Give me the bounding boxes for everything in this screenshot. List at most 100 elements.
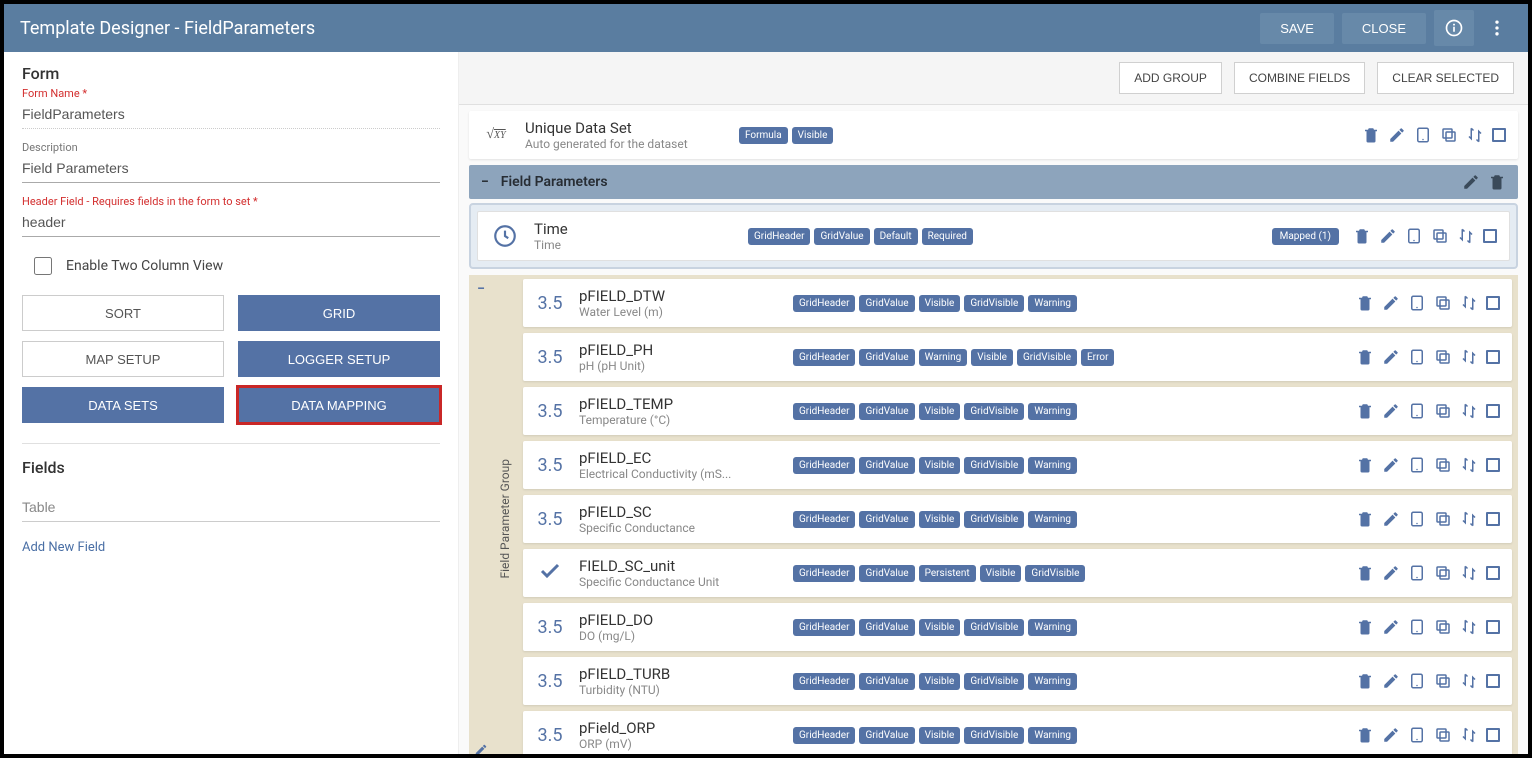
select-checkbox[interactable] [1486,350,1500,364]
sort-icon[interactable] [1460,456,1478,474]
sort-icon[interactable] [1460,402,1478,420]
delete-icon[interactable] [1356,456,1374,474]
delete-icon[interactable] [1356,510,1374,528]
copy-icon[interactable] [1440,126,1458,144]
save-button[interactable]: SAVE [1260,13,1334,44]
edit-icon[interactable] [1388,126,1406,144]
close-button[interactable]: CLOSE [1342,13,1426,44]
combine-fields-button[interactable]: COMBINE FIELDS [1234,62,1365,94]
edit-icon[interactable] [1382,564,1400,582]
field-row[interactable]: 3.5 pFIELD_DO DO (mg/L) GridHeaderGridVa… [523,603,1512,651]
tablet-icon[interactable] [1408,672,1426,690]
delete-icon[interactable] [1353,227,1371,245]
delete-icon[interactable] [1362,126,1380,144]
clear-selected-button[interactable]: CLEAR SELECTED [1377,62,1514,94]
tablet-icon[interactable] [1408,564,1426,582]
copy-icon[interactable] [1434,456,1452,474]
group-handle[interactable]: − [469,275,493,754]
copy-icon[interactable] [1431,227,1449,245]
more-button[interactable] [1482,10,1512,46]
sort-icon[interactable] [1460,294,1478,312]
select-checkbox[interactable] [1486,458,1500,472]
two-column-checkbox[interactable] [34,257,52,275]
select-checkbox[interactable] [1483,229,1497,243]
edit-icon[interactable] [1382,726,1400,744]
fields-table-input[interactable] [22,493,440,522]
tablet-icon[interactable] [1408,726,1426,744]
logger-setup-button[interactable]: LOGGER SETUP [238,341,440,377]
tablet-icon[interactable] [1408,510,1426,528]
edit-icon[interactable] [1382,348,1400,366]
sort-icon[interactable] [1460,510,1478,528]
select-checkbox[interactable] [1492,128,1506,142]
copy-icon[interactable] [1434,618,1452,636]
edit-icon[interactable] [474,743,488,754]
delete-icon[interactable] [1356,726,1374,744]
delete-icon[interactable] [1356,672,1374,690]
copy-icon[interactable] [1434,564,1452,582]
form-name-input[interactable] [22,102,440,129]
copy-icon[interactable] [1434,726,1452,744]
delete-icon[interactable] [1356,564,1374,582]
select-checkbox[interactable] [1486,512,1500,526]
info-button[interactable] [1434,10,1474,46]
field-row[interactable]: 3.5 pFIELD_EC Electrical Conductivity (m… [523,441,1512,489]
field-row[interactable]: 3.5 pFIELD_DTW Water Level (m) GridHeade… [523,279,1512,327]
grid-button[interactable]: GRID [238,295,440,331]
edit-icon[interactable] [1382,618,1400,636]
delete-icon[interactable] [1356,348,1374,366]
edit-icon[interactable] [1382,456,1400,474]
copy-icon[interactable] [1434,402,1452,420]
tablet-icon[interactable] [1408,294,1426,312]
add-group-button[interactable]: ADD GROUP [1119,62,1222,94]
delete-icon[interactable] [1356,618,1374,636]
copy-icon[interactable] [1434,510,1452,528]
collapse-icon[interactable]: − [481,174,489,190]
add-new-field-link[interactable]: Add New Field [22,540,440,555]
field-row[interactable]: 3.5 pFIELD_TURB Turbidity (NTU) GridHead… [523,657,1512,705]
select-checkbox[interactable] [1486,404,1500,418]
group-header[interactable]: − Field Parameters [469,165,1518,199]
data-mapping-button[interactable]: DATA MAPPING [238,387,440,423]
select-checkbox[interactable] [1486,620,1500,634]
field-row[interactable]: 3.5 pFIELD_TEMP Temperature (°C) GridHea… [523,387,1512,435]
sort-icon[interactable] [1457,227,1475,245]
delete-icon[interactable] [1356,294,1374,312]
sort-icon[interactable] [1460,564,1478,582]
select-checkbox[interactable] [1486,674,1500,688]
field-row[interactable]: FIELD_SC_unit Specific Conductance Unit … [523,549,1512,597]
sort-icon[interactable] [1460,618,1478,636]
map-setup-button[interactable]: MAP SETUP [22,341,224,377]
edit-icon[interactable] [1379,227,1397,245]
sort-icon[interactable] [1460,348,1478,366]
data-sets-button[interactable]: DATA SETS [22,387,224,423]
tablet-icon[interactable] [1408,402,1426,420]
delete-icon[interactable] [1488,173,1506,191]
unique-data-set-row[interactable]: √XY Unique Data Set Auto generated for t… [469,111,1518,159]
time-row[interactable]: Time Time GridHeaderGridValueDefaultRequ… [477,211,1510,261]
field-row[interactable]: 3.5 pField_ORP ORP (mV) GridHeaderGridVa… [523,711,1512,754]
copy-icon[interactable] [1434,672,1452,690]
tablet-icon[interactable] [1414,126,1432,144]
copy-icon[interactable] [1434,348,1452,366]
sort-icon[interactable] [1460,726,1478,744]
field-row[interactable]: 3.5 pFIELD_PH pH (pH Unit) GridHeaderGri… [523,333,1512,381]
edit-icon[interactable] [1382,402,1400,420]
select-checkbox[interactable] [1486,566,1500,580]
delete-icon[interactable] [1356,402,1374,420]
edit-icon[interactable] [1382,672,1400,690]
tablet-icon[interactable] [1408,348,1426,366]
tablet-icon[interactable] [1405,227,1423,245]
sort-button[interactable]: SORT [22,295,224,331]
tablet-icon[interactable] [1408,618,1426,636]
field-row[interactable]: 3.5 pFIELD_SC Specific Conductance GridH… [523,495,1512,543]
sort-icon[interactable] [1460,672,1478,690]
select-checkbox[interactable] [1486,728,1500,742]
edit-icon[interactable] [1382,510,1400,528]
edit-icon[interactable] [1462,173,1480,191]
description-input[interactable] [22,156,440,183]
edit-icon[interactable] [1382,294,1400,312]
select-checkbox[interactable] [1486,296,1500,310]
sort-icon[interactable] [1466,126,1484,144]
tablet-icon[interactable] [1408,456,1426,474]
